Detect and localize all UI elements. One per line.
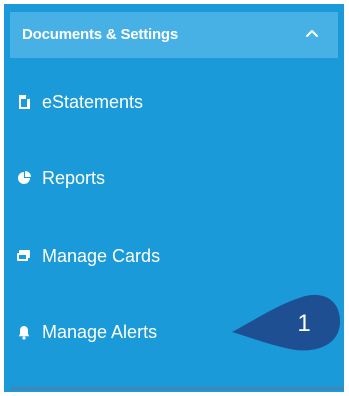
step-callout: 1	[232, 292, 344, 360]
callout-number: 1	[297, 310, 311, 337]
menu-item-manage-cards[interactable]: Manage Cards	[12, 236, 242, 276]
menu-item-label: Reports	[42, 167, 106, 188]
panel-divider	[10, 387, 344, 390]
documents-settings-header[interactable]: Documents & Settings	[10, 12, 338, 58]
menu-item-label: eStatements	[42, 91, 144, 112]
menu-item-reports[interactable]: Reports	[12, 158, 242, 198]
menu-item-label: Manage Alerts	[42, 321, 158, 342]
bell-icon	[16, 324, 32, 340]
section-title: Documents & Settings	[22, 26, 179, 43]
cards-icon	[16, 248, 32, 264]
menu-item-manage-alerts[interactable]: Manage Alerts	[12, 312, 242, 352]
menu-item-estatements[interactable]: eStatements	[12, 82, 242, 122]
menu-item-label: Manage Cards	[42, 245, 161, 266]
document-icon	[16, 94, 32, 110]
chevron-up-icon[interactable]	[304, 26, 320, 42]
pie-chart-icon	[16, 170, 32, 186]
